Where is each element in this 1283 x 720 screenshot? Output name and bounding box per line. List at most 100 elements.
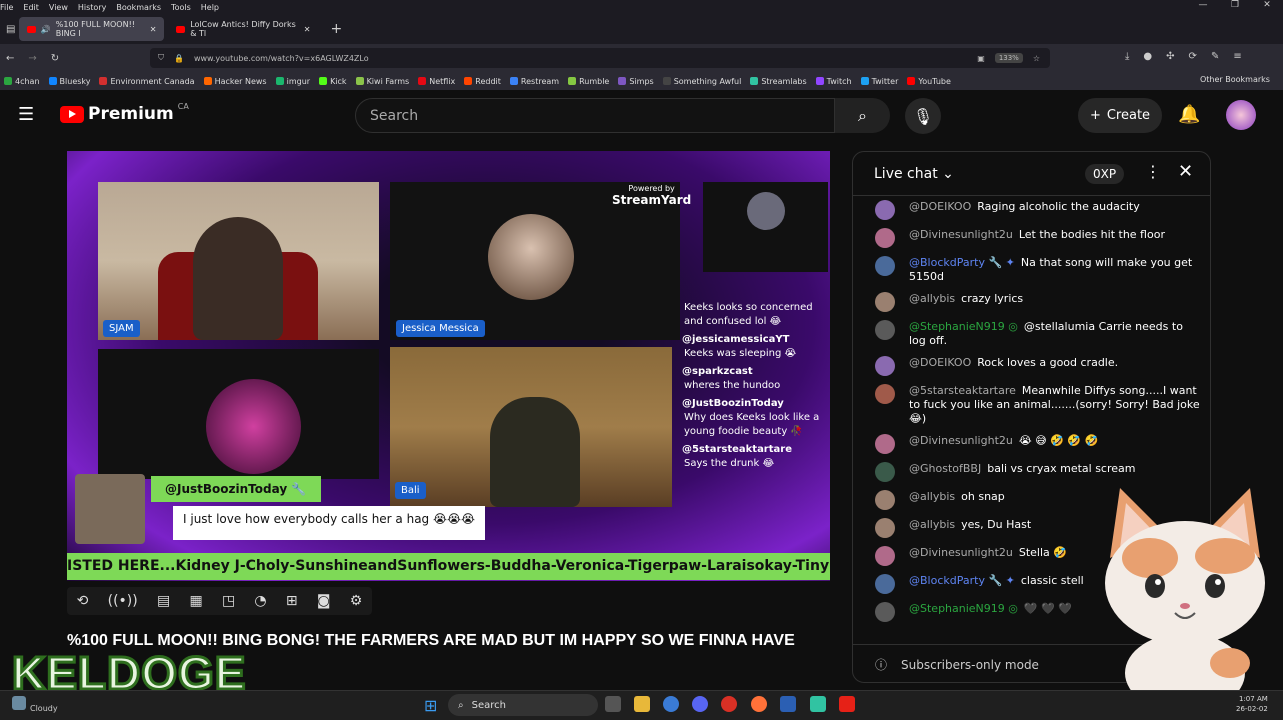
chat-avatar[interactable] <box>875 384 895 404</box>
streamlabs-icon[interactable] <box>810 696 826 712</box>
chat-author[interactable]: @BlockdParty 🔧 ✦ <box>909 256 1015 269</box>
chat-author[interactable]: @DOEIKOO <box>909 356 971 369</box>
taskbar-clock[interactable]: 1:07 AM 26-02-02 <box>1236 694 1268 714</box>
menu-file[interactable]: File <box>0 3 13 12</box>
app-window-icon[interactable] <box>780 696 796 712</box>
bookmark-item[interactable]: Netflix <box>418 77 455 86</box>
bookmark-item[interactable]: Reddit <box>464 77 501 86</box>
new-tab-icon[interactable]: + <box>330 21 342 37</box>
chat-message[interactable]: @5starsteaktartare Meanwhile Diffys song.… <box>853 380 1210 430</box>
chat-author[interactable]: @BlockdParty 🔧 ✦ <box>909 574 1015 587</box>
video-player[interactable]: SJAM Jessica Messica Powered by StreamYa… <box>67 151 830 581</box>
bookmark-item[interactable]: Streamlabs <box>750 77 807 86</box>
sync-icon[interactable]: ⟳ <box>1189 51 1197 62</box>
chat-avatar[interactable] <box>875 200 895 220</box>
add-frame-icon[interactable]: ⊞ <box>286 593 298 609</box>
app-icon[interactable] <box>721 696 737 712</box>
task-view-icon[interactable] <box>605 696 621 712</box>
chat-avatar[interactable] <box>875 356 895 376</box>
bookmark-item[interactable]: Rumble <box>568 77 609 86</box>
weather-icon[interactable] <box>12 696 26 710</box>
search-input[interactable]: Search <box>355 98 835 133</box>
menu-help[interactable]: Help <box>201 3 219 12</box>
tab-close-icon[interactable]: ✕ <box>304 25 311 34</box>
chat-author[interactable]: @StephanieN919 ◎ <box>909 602 1018 615</box>
back-icon[interactable]: ← <box>6 53 14 64</box>
discord-icon[interactable] <box>692 696 708 712</box>
speed-gauge-icon[interactable]: ◔ <box>254 593 266 609</box>
chat-author[interactable]: @StephanieN919 ◎ <box>909 320 1018 333</box>
bookmark-item[interactable]: Kiwi Farms <box>355 77 409 86</box>
chat-author[interactable]: @GhostofBBJ <box>909 462 981 475</box>
chat-avatar[interactable] <box>875 574 895 594</box>
shield-icon[interactable]: ⛉ <box>158 53 164 63</box>
chat-author[interactable]: @allybis <box>909 518 955 531</box>
bookmark-item[interactable]: imgur <box>275 77 310 86</box>
youtube-app-icon[interactable] <box>839 696 855 712</box>
create-button[interactable]: + Create <box>1078 98 1162 133</box>
taskbar-search[interactable]: ⌕ Search <box>448 694 598 716</box>
tab-list-icon[interactable]: ▤ <box>6 24 15 35</box>
bookmark-item[interactable]: Bluesky <box>48 77 90 86</box>
tab-close-icon[interactable]: ✕ <box>150 25 157 34</box>
loop-icon[interactable]: ⟲ <box>77 593 89 609</box>
url-text[interactable]: www.youtube.com/watch?v=x6AGLWZ4ZLo <box>194 54 369 63</box>
search-button[interactable]: ⌕ <box>835 98 890 133</box>
bookmark-item[interactable]: YouTube <box>907 77 951 86</box>
chat-avatar[interactable] <box>875 228 895 248</box>
chat-author[interactable]: @Divinesunlight2u <box>909 228 1013 241</box>
chat-avatar[interactable] <box>875 462 895 482</box>
bookmark-item[interactable]: Hacker News <box>203 77 267 86</box>
chat-author[interactable]: @5starsteaktartare <box>909 384 1016 397</box>
tab-active[interactable]: 🔊 %100 FULL MOON!! BING I ✕ <box>19 17 165 41</box>
settings-gear-icon[interactable]: ⚙ <box>350 593 363 609</box>
screenshot-icon[interactable]: ◙ <box>317 593 331 609</box>
chat-avatar[interactable] <box>875 546 895 566</box>
app-menu-icon[interactable]: ≡ <box>1233 51 1241 62</box>
close-window-icon[interactable]: ✕ <box>1251 0 1283 14</box>
audio-enhance-icon[interactable]: ((•)) <box>108 593 138 609</box>
bookmark-item[interactable]: Environment Canada <box>99 77 195 86</box>
chat-avatar[interactable] <box>875 256 895 276</box>
chat-mode-dropdown[interactable]: Live chat ⌄ <box>874 166 954 182</box>
windows-start-icon[interactable]: ⊞ <box>424 696 437 715</box>
url-bar[interactable]: ⛉ 🔒 www.youtube.com/watch?v=x6AGLWZ4ZLo … <box>150 48 1050 68</box>
menu-edit[interactable]: Edit <box>23 3 39 12</box>
chat-author[interactable]: @DOEIKOO <box>909 200 971 213</box>
more-options-icon[interactable]: ⋮ <box>1145 162 1161 181</box>
cinema-icon[interactable]: ▤ <box>157 593 170 609</box>
chat-author[interactable]: @Divinesunlight2u <box>909 546 1013 559</box>
menu-history[interactable]: History <box>78 3 106 12</box>
bookmark-item[interactable]: Kick <box>319 77 347 86</box>
info-icon[interactable]: ⓘ <box>875 656 887 673</box>
chat-message[interactable]: @allybis crazy lyrics <box>853 288 1210 316</box>
chat-avatar[interactable] <box>875 434 895 454</box>
chat-message[interactable]: @Divinesunlight2u Let the bodies hit the … <box>853 224 1210 252</box>
picture-in-picture-icon[interactable]: ◳ <box>222 593 235 609</box>
chat-message[interactable]: @BlockdParty 🔧 ✦ Na that song will make y… <box>853 252 1210 288</box>
firefox-icon[interactable] <box>751 696 767 712</box>
forward-icon[interactable]: → <box>28 53 36 64</box>
bookmark-item[interactable]: Restream <box>509 77 559 86</box>
account-avatar[interactable] <box>1226 100 1256 130</box>
file-explorer-icon[interactable] <box>634 696 650 712</box>
puzzle-icon[interactable]: ✣ <box>1166 51 1174 62</box>
lock-icon[interactable]: 🔒 <box>174 54 184 63</box>
xp-badge[interactable]: 0XP <box>1085 164 1125 184</box>
voice-search-button[interactable]: 🎙 <box>905 98 941 134</box>
bookmark-item[interactable]: Twitch <box>815 77 852 86</box>
chat-avatar[interactable] <box>875 292 895 312</box>
minimize-icon[interactable]: — <box>1187 0 1219 14</box>
chat-avatar[interactable] <box>875 320 895 340</box>
feather-icon[interactable]: ✎ <box>1211 51 1219 62</box>
chat-message[interactable]: @StephanieN919 ◎ @stellalumia Carrie need… <box>853 316 1210 352</box>
maximize-icon[interactable]: ❐ <box>1219 0 1251 14</box>
close-chat-icon[interactable]: ✕ <box>1178 161 1193 182</box>
bookmark-item[interactable]: Simps <box>618 77 654 86</box>
chat-avatar[interactable] <box>875 518 895 538</box>
chat-message[interactable]: @DOEIKOO Raging alcoholic the audacity <box>853 196 1210 224</box>
chat-author[interactable]: @allybis <box>909 292 955 305</box>
chat-author[interactable]: @Divinesunlight2u <box>909 434 1013 447</box>
menu-tools[interactable]: Tools <box>171 3 191 12</box>
other-bookmarks[interactable]: Other Bookmarks <box>1200 75 1270 84</box>
